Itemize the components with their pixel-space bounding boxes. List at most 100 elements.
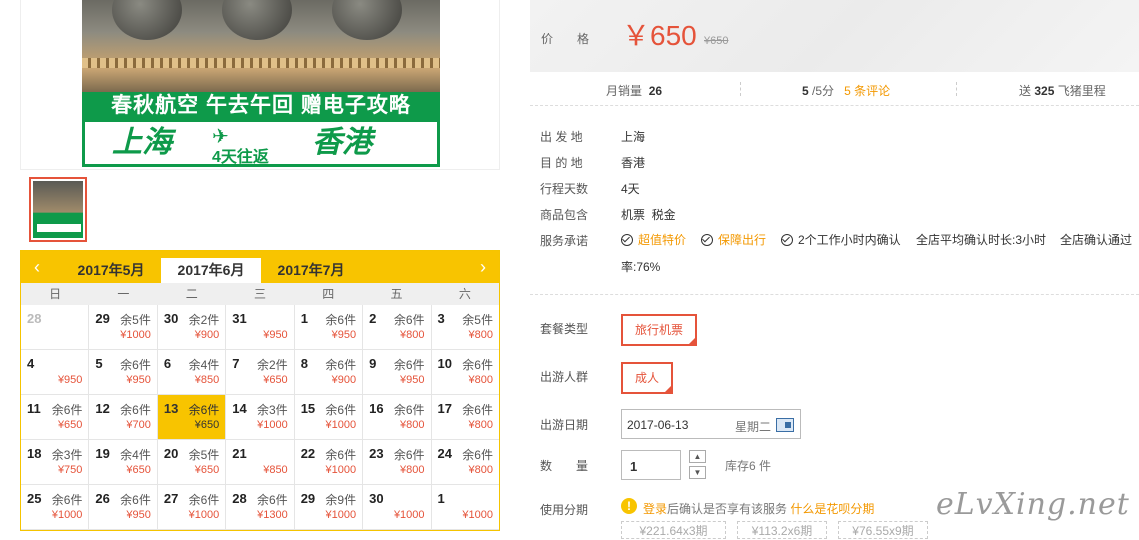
calendar-week: 11 余6件 ¥650 12 余6件 ¥700 13 余6件 ¥650 14 余3件 ¥1000 15 余…: [21, 395, 499, 440]
main-product-image[interactable]: 春秋航空 午去午回 赠电子攻略 上海 ✈ 4天往返 香港: [82, 0, 440, 167]
weekday: 三: [253, 287, 266, 301]
package-option-flight[interactable]: 旅行机票: [621, 314, 697, 346]
calendar-day[interactable]: 11 余6件 ¥650: [21, 395, 90, 440]
travel-date-input[interactable]: 2017-06-13 星期二: [621, 409, 801, 439]
calendar-day[interactable]: 14 余3件 ¥1000: [226, 395, 295, 440]
calendar-day[interactable]: 22 余6件 ¥1000: [294, 440, 364, 485]
calendar-day[interactable]: 29 余9件 ¥1000: [294, 485, 364, 530]
promise-special-price[interactable]: 超值特价: [621, 231, 686, 248]
check-circle-icon: [701, 233, 713, 246]
day-stock: 余2件: [188, 313, 220, 327]
month-tab-may[interactable]: 2017年5月: [61, 258, 161, 283]
date-label: 出游日期: [540, 418, 589, 432]
next-month-icon[interactable]: ›: [473, 255, 493, 279]
day-number: 5: [95, 356, 103, 371]
day-number: 2: [369, 311, 377, 326]
calendar-day[interactable]: 24 余6件 ¥800: [431, 440, 499, 485]
calendar-day[interactable]: 27 余6件 ¥1000: [157, 485, 227, 530]
calendar-day[interactable]: 13 余6件 ¥650: [157, 395, 227, 440]
day-number: 27: [163, 491, 179, 506]
day-price: ¥950: [126, 374, 151, 386]
calendar-day[interactable]: 20 余5件 ¥650: [157, 440, 227, 485]
installment-plan-3[interactable]: ¥221.64x3期: [621, 521, 726, 539]
day-number: 25: [27, 491, 42, 506]
calendar-day[interactable]: 18 余3件 ¥750: [21, 440, 90, 485]
decrease-icon[interactable]: ▼: [689, 466, 706, 479]
promise-rate: 率:76%: [621, 260, 661, 274]
calendar-day[interactable]: 25 余6件 ¥1000: [21, 485, 90, 530]
day-price: ¥1000: [393, 509, 425, 521]
calendar-day[interactable]: 21 ¥850: [226, 440, 295, 485]
day-stock: 余6件: [188, 403, 220, 417]
day-price: ¥950: [400, 374, 425, 386]
calendar-day[interactable]: 19 余4件 ¥650: [89, 440, 158, 485]
day-stock: 余6件: [51, 403, 83, 417]
day-price: ¥1000: [325, 464, 357, 476]
calendar-day[interactable]: 30 余2件 ¥900: [157, 305, 227, 350]
calendar-day[interactable]: 3 余5件 ¥800: [431, 305, 499, 350]
includes-label: 商品包含: [540, 208, 589, 222]
calendar-day[interactable]: 2 余6件 ¥800: [363, 305, 432, 350]
installment-label: 使用分期: [540, 503, 589, 517]
month-tab-july[interactable]: 2017年7月: [261, 258, 361, 283]
login-link[interactable]: 登录: [643, 502, 667, 516]
calendar-day[interactable]: 9 余6件 ¥950: [363, 350, 432, 395]
calendar-day[interactable]: 16 余6件 ¥800: [363, 395, 432, 440]
month-tab-june[interactable]: 2017年6月: [161, 258, 261, 283]
day-stock: 余5件: [120, 313, 151, 327]
day-price: ¥650: [263, 374, 288, 386]
installment-plan-9[interactable]: ¥76.55x9期: [838, 521, 928, 539]
day-price: ¥1000: [325, 509, 357, 521]
calendar-day[interactable]: 1 余6件 ¥950: [294, 305, 364, 350]
prev-month-icon[interactable]: ‹: [27, 255, 47, 279]
calendar-icon[interactable]: [776, 418, 794, 432]
calendar-day[interactable]: 28: [21, 305, 90, 350]
calendar-day[interactable]: 30 ¥1000: [363, 485, 432, 530]
calendar-day[interactable]: 1 ¥1000: [431, 485, 499, 530]
calendar-day[interactable]: 17 余6件 ¥800: [431, 395, 499, 440]
quantity-input[interactable]: 1: [621, 450, 681, 480]
increase-icon[interactable]: ▲: [689, 450, 706, 463]
day-stock: 余3件: [257, 403, 288, 417]
reviews-link[interactable]: 5 条评论: [844, 84, 890, 98]
thumbnail-1[interactable]: [29, 177, 87, 242]
day-price: ¥750: [57, 464, 83, 476]
calendar-day[interactable]: 6 余4件 ¥850: [157, 350, 227, 395]
day-stock: 余6件: [393, 358, 425, 372]
price-band: 价 格 ￥650 ¥650: [530, 0, 1139, 72]
installment-plan-6[interactable]: ¥113.2x6期: [737, 521, 827, 539]
calendar-day[interactable]: 29 余5件 ¥1000: [89, 305, 158, 350]
divider: [530, 294, 1139, 295]
huabei-link[interactable]: 什么是花呗分期: [790, 502, 874, 516]
calendar-day[interactable]: 4 ¥950: [21, 350, 90, 395]
calendar-day[interactable]: 23 余6件 ¥800: [363, 440, 432, 485]
day-stock: 余6件: [188, 493, 220, 507]
day-stock: 余3件: [51, 448, 83, 462]
calendar-day[interactable]: 15 余6件 ¥1000: [294, 395, 364, 440]
day-stock: 余6件: [393, 448, 425, 462]
calendar-day[interactable]: 10 余6件 ¥800: [431, 350, 499, 395]
promise-guarantee[interactable]: 保障出行: [701, 231, 766, 248]
day-price: ¥850: [263, 464, 288, 476]
calendar-day[interactable]: 28 余6件 ¥1300: [226, 485, 295, 530]
day-number: 22: [300, 446, 316, 461]
calendar-day[interactable]: 8 余6件 ¥900: [294, 350, 364, 395]
calendar-day[interactable]: 31 ¥950: [226, 305, 295, 350]
day-price: ¥1000: [188, 509, 220, 521]
day-price: ¥800: [400, 464, 425, 476]
day-stock: 余6件: [120, 493, 151, 507]
day-price: ¥950: [126, 509, 151, 521]
calendar-day[interactable]: 5 余6件 ¥950: [89, 350, 158, 395]
group-option-adult[interactable]: 成人: [621, 362, 673, 394]
day-number: 18: [27, 446, 42, 461]
calendar-day[interactable]: 7 余2件 ¥650: [226, 350, 295, 395]
calendar-day[interactable]: 26 余6件 ¥950: [89, 485, 158, 530]
current-price: ￥650: [622, 20, 697, 51]
day-number: 24: [437, 446, 452, 461]
sales-block: 月销量 26: [606, 84, 663, 98]
day-number: 29: [300, 491, 316, 506]
day-stock: 余6件: [462, 358, 493, 372]
calendar-day[interactable]: 12 余6件 ¥700: [89, 395, 158, 440]
day-stock: 余5件: [462, 313, 493, 327]
day-number: 30: [369, 491, 384, 506]
